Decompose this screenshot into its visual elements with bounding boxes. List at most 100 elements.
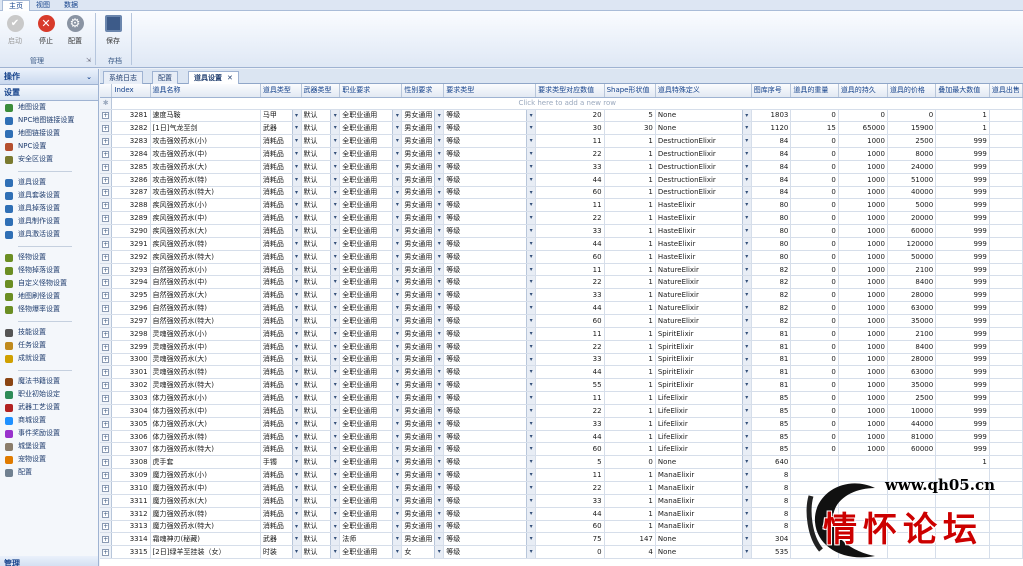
row-expander[interactable]: +	[100, 378, 113, 393]
dropdown-cell[interactable]: 默认	[301, 160, 341, 174]
dropdown-cell[interactable]: 等级	[443, 494, 537, 508]
table-cell[interactable]: 22	[535, 404, 605, 418]
table-cell[interactable]: 5000	[887, 198, 937, 213]
dropdown-cell[interactable]: 消耗品	[260, 211, 302, 226]
dropdown-cell[interactable]: 消耗品	[260, 417, 302, 431]
table-cell[interactable]	[989, 173, 1023, 187]
table-cell[interactable]: 3309	[111, 468, 151, 482]
table-cell[interactable]: 3313	[111, 520, 151, 534]
table-row[interactable]: +3307体力强效药水(特大)消耗品默认全职业通用男女通用等级601LifeEl…	[100, 442, 1023, 457]
table-cell[interactable]: 3297	[111, 314, 151, 328]
column-header[interactable]: 要求类型对应数值	[535, 84, 605, 98]
dropdown-cell[interactable]: ManaElixir	[655, 481, 752, 495]
dropdown-cell[interactable]: None	[655, 109, 752, 123]
dropdown-cell[interactable]: 默认	[301, 109, 341, 123]
table-cell[interactable]: 1	[604, 288, 656, 303]
table-cell[interactable]: 0	[790, 442, 839, 457]
table-cell[interactable]: 1000	[838, 340, 888, 354]
table-cell[interactable]: 灵魂强效药水(中)	[150, 340, 261, 354]
row-expander[interactable]: +	[100, 442, 113, 457]
dropdown-cell[interactable]: 男女通用	[401, 494, 445, 508]
dropdown-cell[interactable]: 法师	[339, 532, 403, 547]
table-cell[interactable]	[989, 121, 1023, 136]
table-row[interactable]: +3298灵魂强效药水(小)消耗品默认全职业通用男女通用等级111SpiritE…	[100, 327, 1023, 341]
dropdown-cell[interactable]: 消耗品	[260, 378, 302, 393]
table-cell[interactable]: 0	[790, 404, 839, 418]
table-cell[interactable]: 640	[751, 455, 792, 470]
dropdown-cell[interactable]: 默认	[301, 468, 341, 482]
dropdown-cell[interactable]: 等级	[443, 378, 537, 393]
table-cell[interactable]: 1	[604, 160, 656, 174]
table-cell[interactable]: [2日]绿羊至挂装（女）	[150, 545, 261, 560]
table-cell[interactable]: 44000	[887, 417, 937, 431]
table-row[interactable]: +3304体力强效药水(中)消耗品默认全职业通用男女通用等级221LifeEli…	[100, 404, 1023, 418]
row-expander[interactable]: +	[100, 198, 113, 213]
table-cell[interactable]: 0	[790, 301, 839, 315]
nav-item[interactable]: 技能设置	[0, 326, 98, 339]
table-cell[interactable]: 1000	[838, 404, 888, 418]
table-cell[interactable]: 3300	[111, 353, 151, 367]
dropdown-cell[interactable]: 消耗品	[260, 340, 302, 354]
close-icon[interactable]: ✕	[227, 74, 233, 82]
dropdown-cell[interactable]: 消耗品	[260, 134, 302, 149]
expand-icon[interactable]: +	[102, 176, 110, 184]
table-cell[interactable]: 0	[838, 109, 888, 123]
row-expander[interactable]: +	[100, 391, 113, 405]
dropdown-cell[interactable]: 男女通用	[401, 134, 445, 149]
table-cell[interactable]: 63000	[887, 301, 937, 315]
table-cell[interactable]: 60	[535, 520, 605, 534]
dropdown-cell[interactable]: 全职业通用	[339, 494, 403, 508]
table-cell[interactable]: 1000	[838, 353, 888, 367]
config-button[interactable]: ⚙ 配置	[62, 15, 88, 46]
expand-icon[interactable]: +	[102, 420, 110, 428]
table-cell[interactable]	[989, 430, 1023, 444]
dropdown-cell[interactable]: ManaElixir	[655, 520, 752, 534]
table-cell[interactable]: 15900	[887, 121, 937, 136]
nav-item[interactable]: 安全区设置	[0, 153, 98, 166]
table-cell[interactable]: 0	[887, 109, 937, 123]
dropdown-cell[interactable]: 消耗品	[260, 391, 302, 405]
dropdown-cell[interactable]: 默认	[301, 340, 341, 354]
dropdown-cell[interactable]: 默认	[301, 186, 341, 200]
table-cell[interactable]: 0	[790, 134, 839, 149]
table-cell[interactable]: 5	[535, 455, 605, 470]
table-cell[interactable]	[989, 250, 1023, 264]
dropdown-cell[interactable]: 消耗品	[260, 237, 302, 251]
table-cell[interactable]: 82	[751, 288, 792, 303]
dropdown-cell[interactable]: 全职业通用	[339, 173, 403, 187]
table-row[interactable]: +3283攻击强效药水(小)消耗品默认全职业通用男女通用等级111Destruc…	[100, 134, 1023, 149]
table-row[interactable]: +3286攻击强效药水(特)消耗品默认全职业通用男女通用等级441Destruc…	[100, 173, 1023, 187]
table-cell[interactable]: 0	[790, 275, 839, 290]
dropdown-cell[interactable]: 男女通用	[401, 147, 445, 161]
dropdown-cell[interactable]: 全职业通用	[339, 275, 403, 290]
table-cell[interactable]: 1	[604, 391, 656, 405]
nav-item[interactable]: NPC设置	[0, 140, 98, 153]
table-cell[interactable]: 999	[935, 314, 990, 328]
row-expander[interactable]: +	[100, 224, 113, 238]
dropdown-cell[interactable]: 默认	[301, 173, 341, 187]
dropdown-cell[interactable]: 消耗品	[260, 365, 302, 380]
dropdown-cell[interactable]: 默认	[301, 481, 341, 495]
dropdown-cell[interactable]: 等级	[443, 353, 537, 367]
dropdown-cell[interactable]: 等级	[443, 391, 537, 405]
table-cell[interactable]: 999	[935, 327, 990, 341]
table-cell[interactable]: 60000	[887, 442, 937, 457]
table-cell[interactable]: 1000	[838, 378, 888, 393]
table-cell[interactable]: 0	[790, 237, 839, 251]
dropdown-cell[interactable]: LifeElixir	[655, 404, 752, 418]
table-cell[interactable]: 3308	[111, 455, 151, 470]
table-cell[interactable]: 3307	[111, 442, 151, 457]
table-cell[interactable]	[989, 275, 1023, 290]
expand-icon[interactable]: +	[102, 433, 110, 441]
table-cell[interactable]: 51000	[887, 173, 937, 187]
table-cell[interactable]: 10000	[887, 404, 937, 418]
table-cell[interactable]: 81000	[887, 430, 937, 444]
table-row[interactable]: +3305体力强效药水(大)消耗品默认全职业通用男女通用等级331LifeEli…	[100, 417, 1023, 431]
table-cell[interactable]: 1	[604, 481, 656, 495]
dropdown-cell[interactable]: 男女通用	[401, 455, 445, 470]
nav-item[interactable]: 配置	[0, 466, 98, 479]
nav-item[interactable]: 怪物掉落设置	[0, 264, 98, 277]
dropdown-cell[interactable]: NatureElixir	[655, 301, 752, 315]
table-cell[interactable]: 0	[790, 417, 839, 431]
table-cell[interactable]: 1	[604, 378, 656, 393]
